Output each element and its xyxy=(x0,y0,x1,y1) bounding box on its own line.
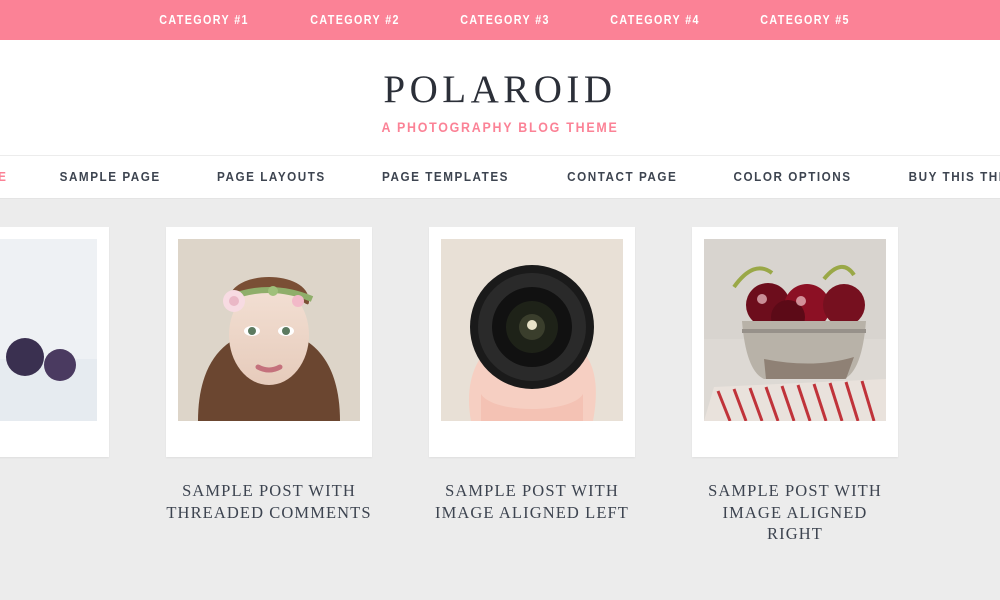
post-thumbnail xyxy=(178,238,360,421)
post-thumbnail xyxy=(441,238,623,421)
post-title[interactable]: Sample Post With Image Aligned Left xyxy=(429,480,635,524)
post-grid: Sample Post With Threaded Comments xyxy=(0,226,1000,600)
polaroid-frame xyxy=(429,226,635,457)
berries-and-flowers-icon xyxy=(0,238,97,421)
hand-holding-camera-lens-icon xyxy=(441,238,623,421)
nav-item-page-layouts[interactable]: Page Layouts xyxy=(217,169,326,184)
nav-item-buy-this-theme[interactable]: Buy This Theme xyxy=(909,169,1000,184)
post-thumbnail xyxy=(0,238,97,421)
site-header: Polaroid A Photography Blog Theme xyxy=(0,40,1000,155)
nav-item-page-templates[interactable]: Page Templates xyxy=(383,169,510,184)
polaroid-frame xyxy=(0,226,109,457)
post-card[interactable]: Sample Post With Image Aligned Left xyxy=(429,226,635,545)
category-link-4[interactable]: Category #4 xyxy=(610,13,700,27)
nav-item-home[interactable]: Home xyxy=(0,169,8,184)
site-tagline: A Photography Blog Theme xyxy=(381,119,619,135)
portrait-woman-flower-crown-icon xyxy=(178,238,360,421)
polaroid-frame xyxy=(692,226,898,457)
site-title[interactable]: Polaroid xyxy=(0,68,1000,113)
post-grid-container: Sample Post With Threaded Comments xyxy=(0,198,1000,600)
post-card-spacer xyxy=(0,226,109,545)
nav-item-color-options[interactable]: Color Options xyxy=(734,169,852,184)
post-title[interactable]: Sample Post With Threaded Comments xyxy=(166,480,372,524)
post-title[interactable]: Sample Post With Image Aligned Right xyxy=(692,480,898,545)
nav-item-contact-page[interactable]: Contact Page xyxy=(567,169,677,184)
category-link-5[interactable]: Category #5 xyxy=(761,13,851,27)
category-bar: Category #1 Category #2 Category #3 Cate… xyxy=(0,0,1000,40)
category-link-3[interactable]: Category #3 xyxy=(460,13,550,27)
post-thumbnail xyxy=(704,238,886,421)
post-card[interactable]: Sample Post With Threaded Comments xyxy=(166,226,372,545)
category-link-1[interactable]: Category #1 xyxy=(160,13,250,27)
cherries-in-metal-bowl-icon xyxy=(704,238,886,421)
polaroid-frame xyxy=(166,226,372,457)
category-link-2[interactable]: Category #2 xyxy=(310,13,400,27)
nav-item-sample-page[interactable]: Sample Page xyxy=(60,169,161,184)
main-navigation: Home Sample Page Page Layouts Page Templ… xyxy=(0,154,1000,199)
post-card[interactable]: Sample Post With Image Aligned Right xyxy=(692,226,898,545)
